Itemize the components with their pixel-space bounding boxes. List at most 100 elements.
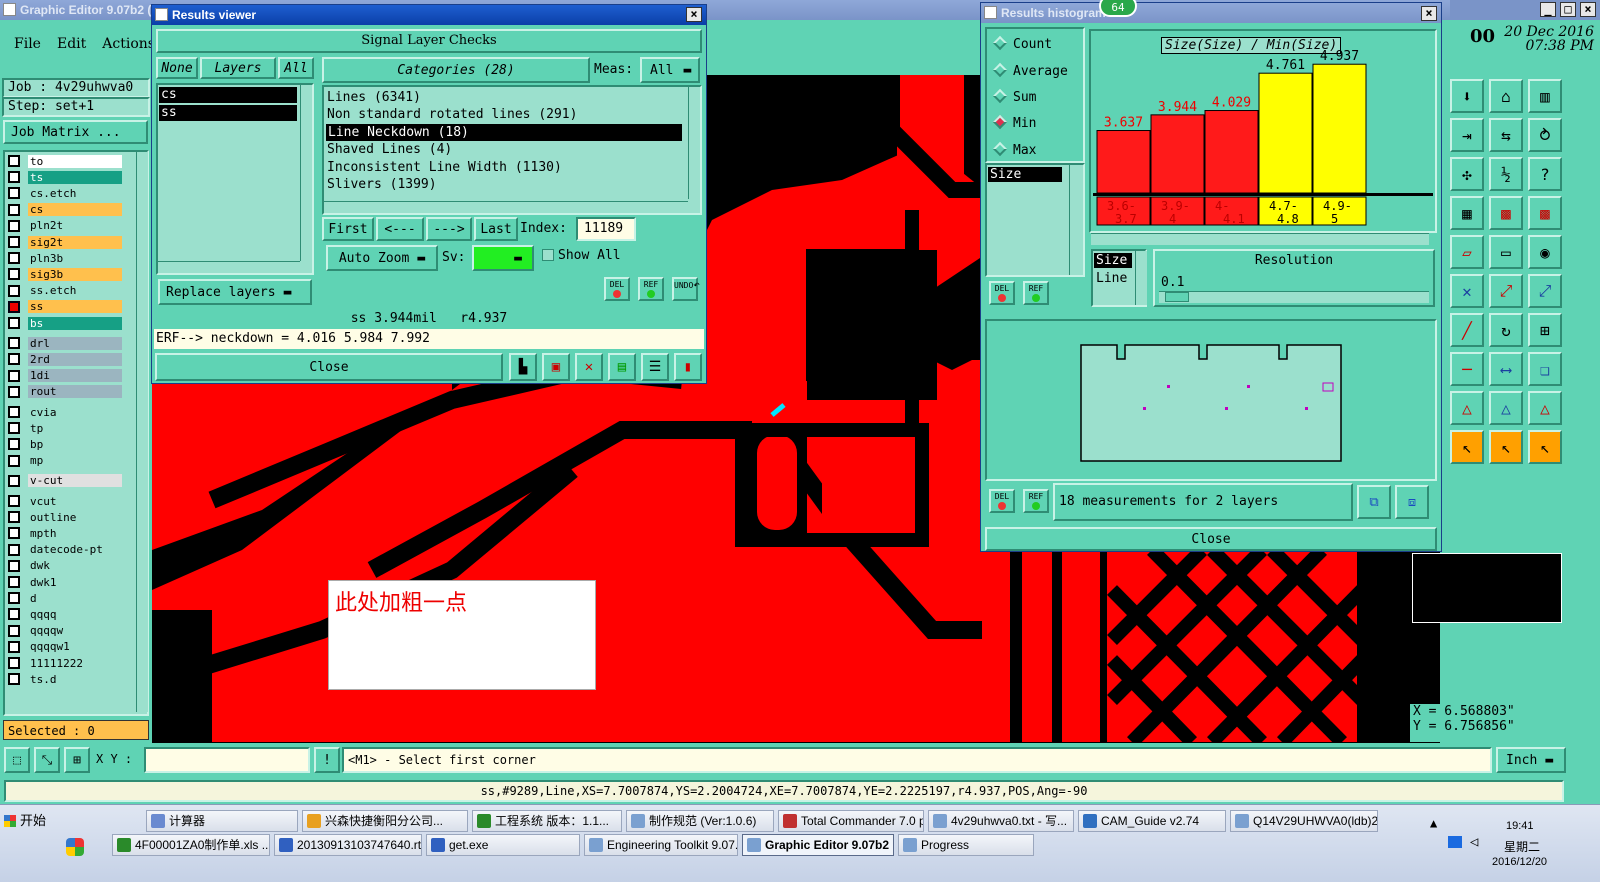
rv-tool-icon-1[interactable]: ▙	[509, 353, 537, 381]
hist-del-button-top[interactable]: DEL	[989, 281, 1015, 305]
category-item-selected[interactable]: Line Neckdown (18)	[326, 124, 682, 141]
prev-button[interactable]: <---	[376, 217, 424, 241]
start-button[interactable]: 开始	[2, 810, 50, 832]
layer-row[interactable]: qqqqw	[8, 624, 122, 638]
pan-down-icon[interactable]: ⬇	[1450, 79, 1484, 113]
option-average[interactable]: Average	[992, 62, 1068, 79]
rv-all-button[interactable]: All	[278, 57, 314, 79]
category-item[interactable]: Non standard rotated lines (291)	[327, 106, 577, 123]
split-view-icon[interactable]: ▥	[1528, 79, 1562, 113]
rv-layers-button[interactable]: Layers	[200, 57, 276, 79]
layer-row[interactable]: d	[8, 591, 122, 605]
layer-row[interactable]: bs	[8, 316, 122, 330]
last-button[interactable]: Last	[474, 217, 518, 241]
layer-checkbox[interactable]	[8, 406, 20, 418]
layer-toggle-icon[interactable]: ▩	[1528, 196, 1562, 230]
rv-del-button[interactable]: DEL	[604, 277, 630, 301]
layer-row[interactable]: ss	[8, 300, 122, 314]
layer-checkbox[interactable]	[8, 422, 20, 435]
taskbar-item[interactable]: 4v29uhwva0.txt - 写...	[928, 810, 1074, 832]
layer-checkbox[interactable]	[8, 369, 20, 382]
alert-icon[interactable]: !	[314, 747, 340, 773]
show-all-checkbox[interactable]	[542, 249, 554, 261]
layer-row[interactable]: ts	[8, 170, 122, 184]
taskbar-item[interactable]: CAM_Guide v2.74	[1078, 810, 1226, 832]
layer-row[interactable]: rout	[8, 385, 122, 399]
histogram-close-icon[interactable]: ×	[1421, 6, 1437, 21]
rv-layer-item[interactable]: ss	[159, 105, 297, 121]
meas-select[interactable]: All ▬	[640, 57, 700, 83]
rv-layer-item[interactable]: cs	[159, 87, 297, 103]
hist-action-icon-2[interactable]: ⧈	[1395, 485, 1429, 519]
layer-checkbox[interactable]	[8, 219, 20, 232]
clock-date[interactable]: 2016/12/20	[1492, 856, 1547, 868]
close-main-button[interactable]: ×	[1580, 2, 1596, 17]
rv-tool-icon-5[interactable]: ☰	[641, 353, 669, 381]
rv-close-button[interactable]: Close	[155, 353, 503, 381]
layer-checkbox[interactable]	[8, 474, 20, 487]
hist-close-button[interactable]: Close	[985, 527, 1437, 551]
layer-row[interactable]: dwk1	[8, 575, 122, 589]
move-icon[interactable]: ⇥	[1450, 118, 1484, 152]
rv-undo-button[interactable]: UNDO↶	[672, 277, 700, 301]
taskbar-item[interactable]: 工程系统 版本：1.1...	[472, 810, 622, 832]
option-count[interactable]: Count	[992, 35, 1052, 52]
menu-edit[interactable]: Edit	[57, 36, 86, 56]
menu-actions[interactable]: Actions	[102, 36, 155, 56]
histogram-bar[interactable]	[1312, 63, 1367, 194]
layer-row[interactable]: pln3b	[8, 251, 122, 265]
rv-tool-icon-2[interactable]: ▣	[542, 353, 570, 381]
layer-toggle-icon[interactable]: ▩	[1489, 196, 1523, 230]
resolution-slider[interactable]	[1159, 291, 1429, 303]
layer-checkbox[interactable]	[8, 268, 20, 281]
option-sum[interactable]: Sum	[992, 88, 1036, 105]
tool-grid-icon[interactable]: ⊞	[64, 747, 90, 773]
layer-checkbox[interactable]	[8, 673, 20, 686]
taskbar-item[interactable]: 计算器	[146, 810, 298, 832]
scale-icon[interactable]: ½	[1489, 157, 1523, 191]
results-viewer-titlebar[interactable]: Results viewer	[152, 5, 706, 25]
chart-hscroll[interactable]	[1091, 233, 1429, 245]
hist-ref-button-top[interactable]: REF	[1023, 281, 1049, 305]
category-item[interactable]: Lines (6341)	[327, 89, 421, 106]
layer-row[interactable]: tp	[8, 421, 122, 435]
layer-checkbox[interactable]	[8, 454, 20, 467]
layer-row[interactable]: outline	[8, 510, 122, 524]
categories-vscroll[interactable]	[688, 87, 700, 199]
stretch-icon[interactable]: ⤢	[1489, 274, 1523, 308]
layer-row[interactable]: dwk	[8, 559, 122, 573]
rv-none-button[interactable]: None	[156, 57, 198, 79]
layer-checkbox[interactable]	[8, 252, 20, 265]
layer-checkbox[interactable]	[8, 300, 20, 313]
next-button[interactable]: --->	[426, 217, 472, 241]
layer-row[interactable]: ts.d	[8, 672, 122, 686]
copy-icon[interactable]: ❏	[1528, 352, 1562, 386]
select-icon[interactable]: ↖	[1489, 430, 1523, 464]
rv-tool-icon-3[interactable]: ✕	[575, 353, 603, 381]
layer-checkbox[interactable]	[8, 559, 20, 572]
layer-row[interactable]: v-cut	[8, 474, 122, 488]
histogram-titlebar[interactable]: Results histogram	[981, 3, 1441, 23]
category-item[interactable]: Inconsistent Line Width (1130)	[327, 159, 562, 176]
layer-checkbox[interactable]	[8, 438, 20, 451]
polygon-icon[interactable]: ▱	[1450, 235, 1484, 269]
layer-checkbox[interactable]	[8, 543, 20, 556]
histogram-bar[interactable]	[1150, 114, 1205, 194]
select-icon[interactable]: ↖	[1528, 430, 1562, 464]
auto-zoom-select[interactable]: Auto Zoom ▬	[326, 245, 438, 271]
first-button[interactable]: First	[322, 217, 374, 241]
grid-icon[interactable]: ▦	[1450, 196, 1484, 230]
triangle-icon[interactable]: △	[1489, 391, 1523, 425]
measure-icon[interactable]: ⟷	[1489, 352, 1523, 386]
help-icon[interactable]: ?	[1528, 157, 1562, 191]
layer-checkbox[interactable]	[8, 284, 20, 297]
layer-row[interactable]: 2rd	[8, 352, 122, 366]
units-select[interactable]: Inch ▬	[1496, 747, 1566, 773]
layer-row[interactable]: 1di	[8, 369, 122, 383]
layer-checkbox[interactable]	[8, 608, 20, 621]
layer-row[interactable]: to	[8, 154, 122, 168]
job-matrix-button[interactable]: Job Matrix ...	[3, 120, 148, 144]
h-line-icon[interactable]: ─	[1450, 352, 1484, 386]
layer-checkbox[interactable]	[8, 495, 20, 507]
sv-color-select[interactable]: ▬	[472, 245, 534, 271]
